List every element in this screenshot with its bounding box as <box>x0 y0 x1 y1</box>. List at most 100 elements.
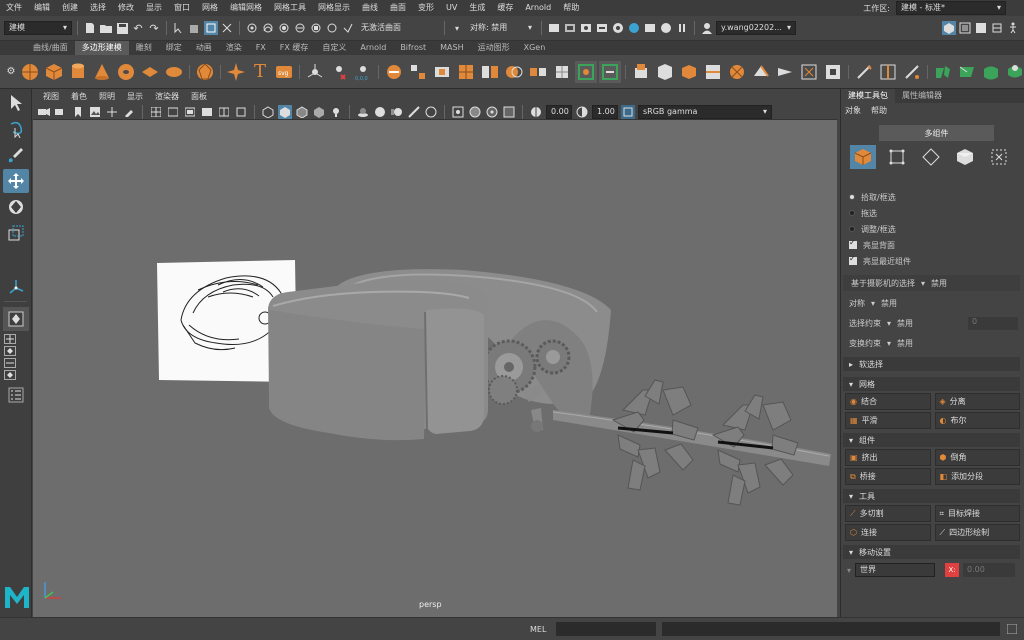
menu-item[interactable]: 网格工具 <box>268 0 312 16</box>
spherical-map-icon[interactable] <box>1004 61 1024 83</box>
battery-box-model[interactable] <box>268 280 488 441</box>
circularize-icon[interactable] <box>798 61 820 83</box>
shelf-options-icon[interactable]: ⚙ <box>4 65 18 79</box>
menu-item[interactable]: 创建 <box>56 0 84 16</box>
arnold-view-icon[interactable] <box>659 21 673 35</box>
cylindrical-map-icon[interactable] <box>980 61 1002 83</box>
selection-mode-radio[interactable]: 拾取/框选 <box>841 189 1024 205</box>
select-camera-icon[interactable] <box>37 105 51 119</box>
film-gate-icon[interactable] <box>166 105 180 119</box>
poly-plane-icon[interactable] <box>139 61 161 83</box>
persp-hypershade-layout-icon[interactable] <box>4 370 16 380</box>
extrude-icon[interactable] <box>630 61 652 83</box>
mel-label[interactable]: MEL <box>530 625 546 634</box>
save-scene-icon[interactable] <box>115 21 129 35</box>
type-tool-icon[interactable]: T <box>249 61 271 83</box>
bevel-button[interactable]: ⬢ 倒角 <box>934 449 1020 466</box>
attribute-editor-toggle-icon[interactable] <box>958 21 972 35</box>
shadows-icon[interactable] <box>356 105 370 119</box>
field-chart-icon[interactable] <box>217 105 231 119</box>
add-divisions-icon[interactable] <box>702 61 724 83</box>
vertex-mode-icon[interactable] <box>884 145 910 169</box>
remesh-icon[interactable] <box>551 61 573 83</box>
highlight-checkbox[interactable]: 亮显背面 <box>841 237 1024 253</box>
ipr-render-icon[interactable] <box>579 21 593 35</box>
add-divisions-button[interactable]: ◧ 添加分段 <box>934 468 1020 485</box>
select-tool[interactable] <box>3 91 29 115</box>
shelf-tab[interactable]: 雕刻 <box>129 41 159 55</box>
snap-live-icon[interactable] <box>325 21 339 35</box>
platonic-solid-icon[interactable] <box>194 61 216 83</box>
tools-section-header[interactable]: ▾ 工具 <box>843 489 1020 503</box>
new-scene-icon[interactable] <box>83 21 97 35</box>
four-view-layout-icon[interactable] <box>4 334 16 344</box>
user-account-dropdown[interactable]: y.wang02202... ▾ <box>716 21 796 35</box>
mode-dropdown[interactable]: 建模 ▾ <box>4 21 72 35</box>
scale-tool[interactable] <box>3 221 29 245</box>
menu-help[interactable]: 帮助 <box>871 105 887 116</box>
render-frame-icon[interactable] <box>547 21 561 35</box>
shelf-tab[interactable]: Arnold <box>353 41 393 55</box>
menu-item[interactable]: 编辑网格 <box>224 0 268 16</box>
bookmarks-icon[interactable] <box>71 105 85 119</box>
xray-icon[interactable] <box>468 105 482 119</box>
wedge-icon[interactable] <box>750 61 772 83</box>
command-input[interactable] <box>556 622 657 636</box>
quad-draw-button[interactable]: ⟋ 四边形绘制 <box>934 524 1020 541</box>
persp-graph-layout-icon[interactable] <box>4 358 16 368</box>
poly-cube-icon[interactable] <box>43 61 65 83</box>
smooth-shade-icon[interactable] <box>278 104 292 119</box>
extract-icon[interactable] <box>431 61 453 83</box>
render-sequence-icon[interactable] <box>563 21 577 35</box>
menu-item[interactable]: UV <box>440 0 463 16</box>
outliner-button[interactable] <box>3 383 29 407</box>
menu-item[interactable]: 编辑 <box>28 0 56 16</box>
workspace-dropdown[interactable]: 建模 - 标准* ▾ <box>896 1 1006 15</box>
retopo-icon[interactable] <box>599 60 621 83</box>
bridge-icon[interactable] <box>678 61 700 83</box>
tab-modeling-toolkit[interactable]: 建模工具包 <box>841 89 895 103</box>
tab-attribute-editor[interactable]: 属性编辑器 <box>895 89 949 103</box>
menu-item[interactable]: 缓存 <box>491 0 519 16</box>
shelf-tab[interactable]: MASH <box>433 41 470 55</box>
3d-scene[interactable]: persp <box>5 120 837 617</box>
separate-icon[interactable] <box>407 61 429 83</box>
gate-mask-icon[interactable] <box>200 105 214 119</box>
multi-component-button[interactable]: 多组件 <box>879 125 994 141</box>
constraint-value-field[interactable]: 0 <box>968 316 1018 330</box>
shelf-tab[interactable]: 多边形建模 <box>74 41 129 55</box>
move-tool[interactable] <box>3 169 29 193</box>
snap-curve-icon[interactable] <box>261 21 275 35</box>
tool-settings-toggle-icon[interactable] <box>974 21 988 35</box>
pause-icon[interactable] <box>675 21 689 35</box>
textured-icon[interactable] <box>312 105 326 119</box>
highlight-checkbox[interactable]: 亮显最近组件 <box>841 253 1024 269</box>
snap-point-icon[interactable] <box>277 21 291 35</box>
selection-mode-radio[interactable]: 调整/框选 <box>841 221 1024 237</box>
poly-sphere-icon[interactable] <box>19 61 41 83</box>
modeling-toolkit-toggle-icon[interactable] <box>942 21 956 35</box>
measure-icon[interactable] <box>304 61 326 83</box>
shelf-tab[interactable]: 绑定 <box>159 41 189 55</box>
menu-item[interactable]: 文件 <box>0 0 28 16</box>
live-surface-icon[interactable] <box>341 21 355 35</box>
panel-menu-item[interactable]: 着色 <box>65 91 93 102</box>
poke-icon[interactable] <box>726 61 748 83</box>
extrude-button[interactable]: ▣ 挤出 <box>845 449 931 466</box>
cleanup-icon[interactable] <box>822 61 844 83</box>
redo-icon[interactable]: ↷ <box>147 21 161 35</box>
poly-disc-icon[interactable] <box>163 61 185 83</box>
snap-surface-icon[interactable] <box>309 21 323 35</box>
image-plane-icon[interactable] <box>88 105 102 119</box>
menu-item[interactable]: 修改 <box>112 0 140 16</box>
undo-icon[interactable]: ↶ <box>131 21 145 35</box>
arnold-render-icon[interactable] <box>627 21 641 35</box>
shelf-tab[interactable]: 自定义 <box>315 41 353 55</box>
panel-menu-item[interactable]: 面板 <box>185 91 213 102</box>
select-object-icon[interactable] <box>188 21 202 35</box>
selection-mode-radio[interactable]: 拖选 <box>841 205 1024 221</box>
menu-item[interactable]: 显示 <box>140 0 168 16</box>
component-section-header[interactable]: ▾ 组件 <box>843 433 1020 447</box>
paint-select-tool[interactable] <box>3 143 29 167</box>
shelf-tab[interactable]: 曲线/曲面 <box>26 41 75 55</box>
